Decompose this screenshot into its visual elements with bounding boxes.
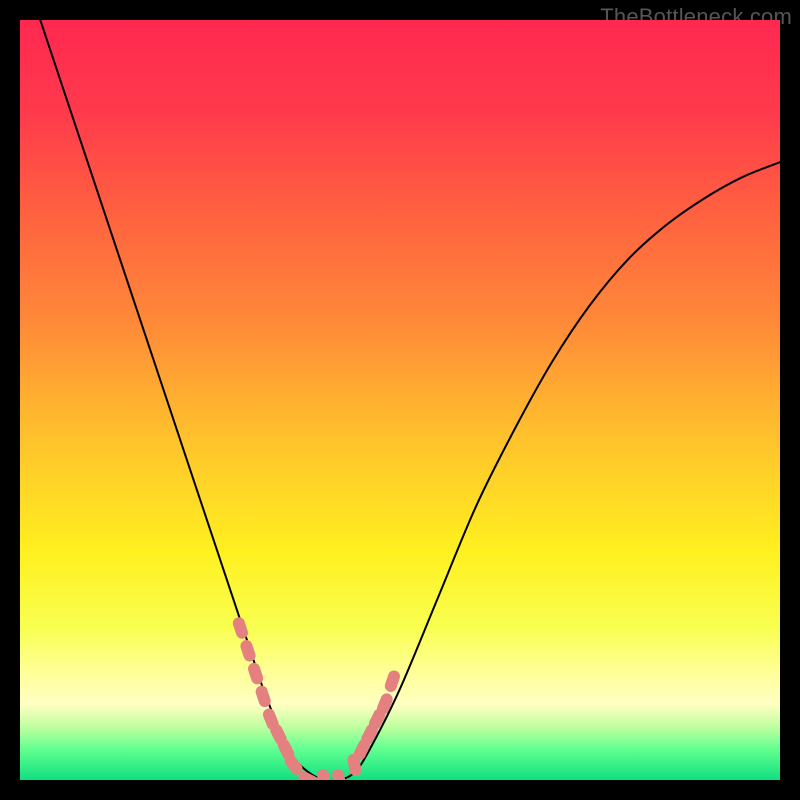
gradient-background [20, 20, 780, 780]
chart-container: TheBottleneck.com [0, 0, 800, 800]
plot-area [20, 20, 780, 780]
chart-svg [20, 20, 780, 780]
